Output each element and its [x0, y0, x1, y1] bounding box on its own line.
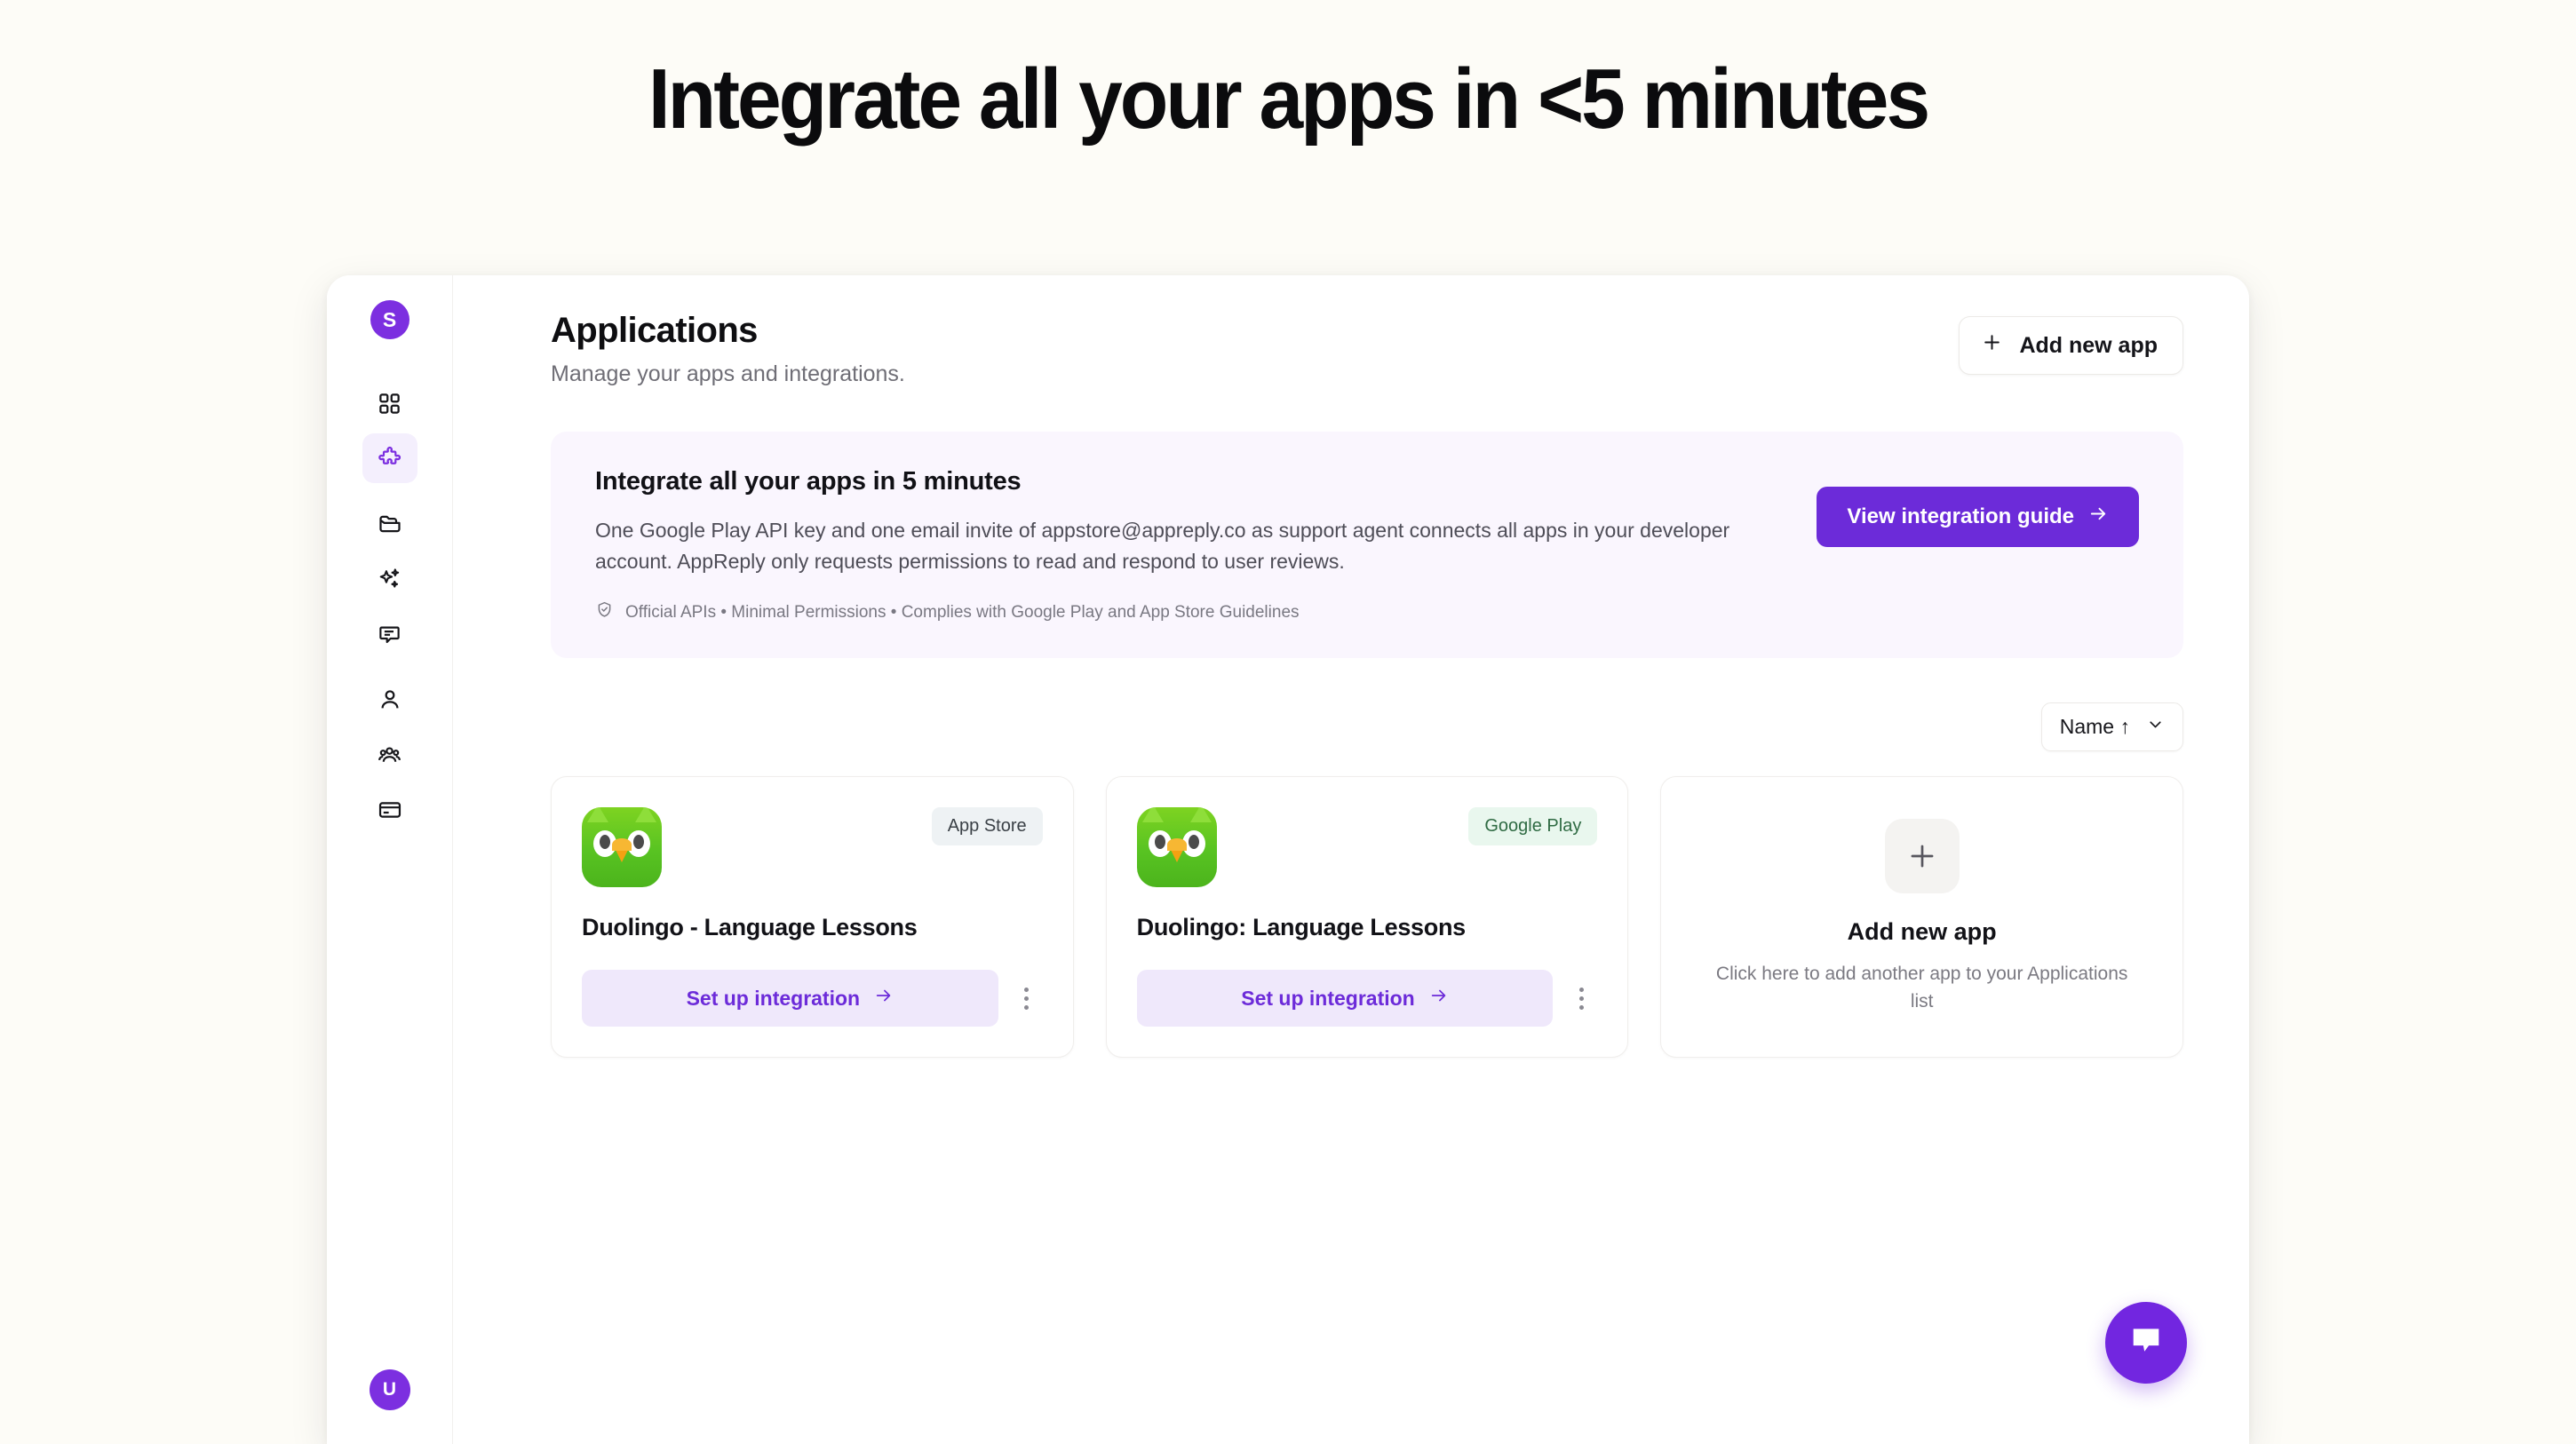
page-hero-title: Integrate all your apps in <5 minutes	[648, 52, 1930, 147]
credit-card-icon	[378, 797, 402, 822]
kebab-menu-icon[interactable]	[1011, 979, 1043, 1018]
set-up-integration-button[interactable]: Set up integration	[582, 970, 998, 1027]
sidebar-item-dashboard[interactable]	[362, 378, 417, 428]
sparkles-icon	[378, 567, 402, 591]
add-new-app-card-title: Add new app	[1847, 918, 1997, 946]
sort-select-label: Name ↑	[2059, 715, 2130, 739]
app-card[interactable]: Google Play Duolingo: Language Lessons S…	[1105, 776, 1629, 1059]
app-name: Duolingo: Language Lessons	[1136, 914, 1467, 941]
chat-widget-button[interactable]	[2105, 1302, 2187, 1384]
view-integration-guide-button[interactable]: View integration guide	[1817, 487, 2139, 547]
sidebar: S U	[327, 275, 453, 1444]
arrow-right-icon	[874, 986, 894, 1011]
sidebar-item-profile[interactable]	[362, 675, 417, 725]
sidebar-item-team[interactable]	[362, 730, 417, 780]
promo-text-block: Integrate all your apps in 5 minutes One…	[595, 467, 1772, 624]
page-title: Applications	[551, 311, 758, 350]
shield-check-icon	[595, 600, 614, 624]
kebab-menu-icon[interactable]	[1565, 979, 1597, 1018]
page-header: Applications Manage your apps and integr…	[551, 311, 2183, 387]
user-icon	[378, 687, 402, 712]
add-new-app-card-subtitle: Click here to add another app to your Ap…	[1715, 964, 2128, 1012]
sidebar-item-folders[interactable]	[362, 499, 417, 549]
app-card-header: App Store	[582, 807, 1043, 888]
app-card[interactable]: App Store Duolingo - Language Lessons Se…	[551, 776, 1074, 1059]
puzzle-icon	[378, 446, 402, 471]
duolingo-owl-icon	[1136, 807, 1217, 888]
arrow-right-icon	[2088, 504, 2109, 530]
sidebar-item-integrations[interactable]	[362, 433, 417, 483]
sidebar-footer: U	[327, 1369, 452, 1410]
promo-body: One Google Play API key and one email in…	[595, 519, 1730, 574]
add-new-app-button[interactable]: Add new app	[1959, 316, 2183, 375]
app-card-actions: Set up integration	[582, 970, 1043, 1027]
grid-icon	[378, 392, 402, 416]
plus-icon	[1981, 331, 2003, 360]
brand-logo[interactable]: S	[370, 300, 409, 339]
app-card-actions: Set up integration	[1136, 970, 1598, 1027]
promo-cta-label: View integration guide	[1847, 504, 2074, 528]
app-name: Duolingo - Language Lessons	[582, 914, 918, 941]
avatar[interactable]: U	[369, 1369, 410, 1410]
promo-footnote: Official APIs • Minimal Permissions • Co…	[595, 600, 1772, 624]
plus-icon	[1884, 819, 1960, 894]
chat-bubble-icon	[2127, 1321, 2166, 1365]
page-subtitle: Manage your apps and integrations.	[551, 361, 905, 386]
applications-grid: App Store Duolingo - Language Lessons Se…	[551, 776, 2183, 1059]
page-header-text: Applications Manage your apps and integr…	[551, 311, 905, 387]
sidebar-item-ai-assistant[interactable]	[362, 554, 417, 604]
sort-select[interactable]: Name ↑	[2040, 702, 2183, 752]
main-content: Applications Manage your apps and integr…	[453, 275, 2249, 1444]
duolingo-owl-icon	[582, 807, 662, 888]
sidebar-item-messages[interactable]	[362, 609, 417, 659]
list-toolbar: Name ↑	[551, 702, 2183, 752]
store-badge: Google Play	[1468, 807, 1598, 846]
set-up-integration-label: Set up integration	[686, 986, 861, 1010]
chat-bubble-icon	[378, 623, 402, 647]
app-card-header: Google Play	[1136, 807, 1598, 888]
add-new-app-card[interactable]: Add new app Click here to add another ap…	[1660, 776, 2183, 1059]
arrow-right-icon	[1429, 986, 1449, 1011]
store-badge: App Store	[931, 807, 1043, 846]
sidebar-item-billing[interactable]	[362, 785, 417, 835]
integration-promo-banner: Integrate all your apps in 5 minutes One…	[551, 432, 2183, 659]
promo-footnote-text: Official APIs • Minimal Permissions • Co…	[625, 602, 1300, 622]
add-new-app-label: Add new app	[2019, 332, 2158, 358]
app-window: S U Applications Manage your apps and in…	[327, 275, 2249, 1444]
hero-section: Integrate all your apps in <5 minutes	[0, 0, 2576, 145]
set-up-integration-label: Set up integration	[1241, 986, 1415, 1010]
set-up-integration-button[interactable]: Set up integration	[1136, 970, 1554, 1027]
users-group-icon	[377, 742, 402, 768]
chevron-down-icon	[2146, 715, 2165, 739]
promo-title: Integrate all your apps in 5 minutes	[595, 467, 1022, 496]
folder-icon	[378, 512, 402, 536]
